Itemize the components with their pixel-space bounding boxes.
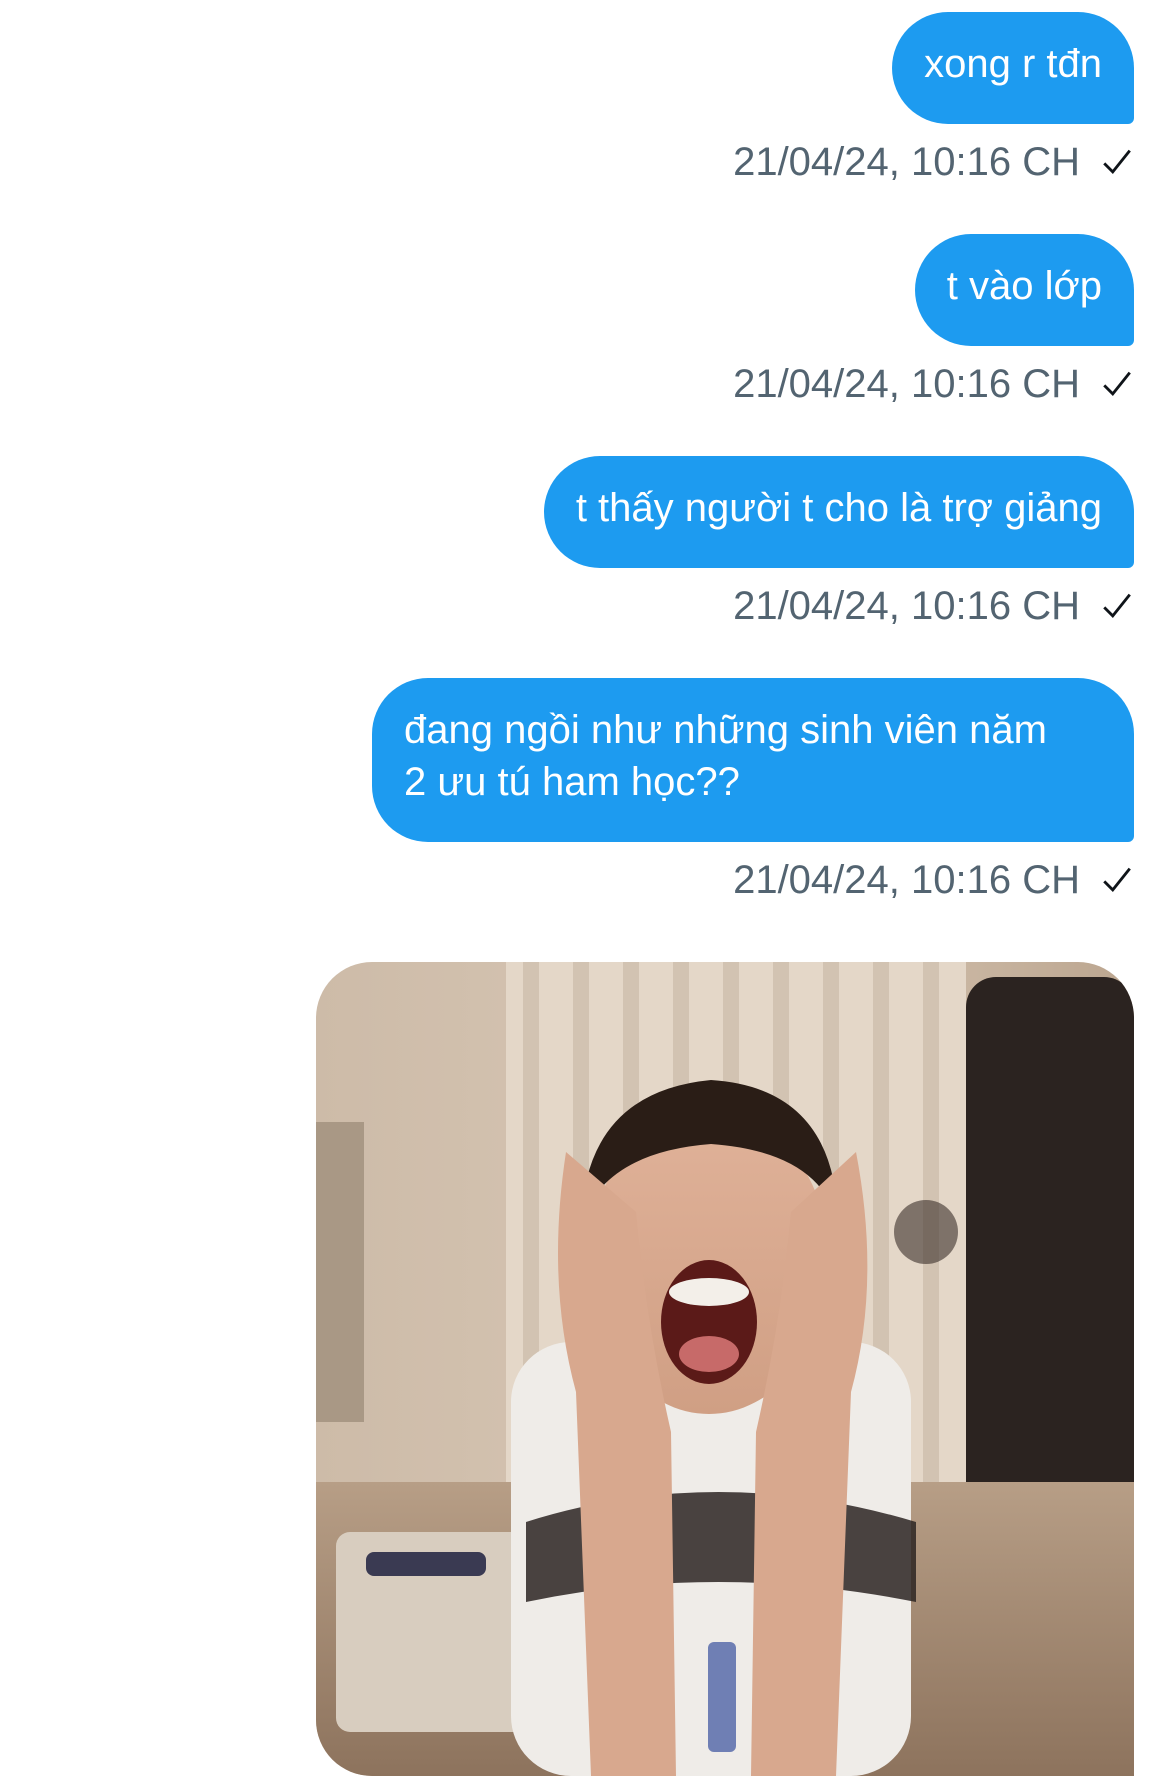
screaming-person-image [316, 962, 1134, 1776]
check-icon [1103, 593, 1131, 619]
message-bubble[interactable]: đang ngồi như những sinh viên năm 2 ưu t… [372, 678, 1134, 842]
message-meta: 21/04/24, 10:16 CH [733, 136, 1134, 188]
message-timestamp: 21/04/24, 10:16 CH [733, 584, 1080, 628]
check-icon [1103, 149, 1131, 175]
message-group: đang ngồi như những sinh viên năm 2 ưu t… [372, 678, 1134, 906]
chat-thread: xong r tđn 21/04/24, 10:16 CH t vào lớp … [0, 0, 1170, 1778]
message-bubble[interactable]: xong r tđn [892, 12, 1134, 124]
message-timestamp: 21/04/24, 10:16 CH [733, 858, 1080, 902]
message-group: t thấy người t cho là trợ giảng 21/04/24… [543, 456, 1134, 632]
message-meta: 21/04/24, 10:16 CH [733, 854, 1134, 906]
message-timestamp: 21/04/24, 10:16 CH [733, 140, 1080, 184]
message-group: t vào lớp 21/04/24, 10:16 CH [733, 234, 1134, 410]
message-meta: 21/04/24, 10:16 CH [733, 358, 1134, 410]
check-icon [1103, 371, 1131, 397]
message-bubble[interactable]: t thấy người t cho là trợ giảng [543, 456, 1134, 568]
check-icon [1103, 867, 1131, 893]
message-bubble[interactable]: t vào lớp [914, 234, 1134, 346]
media-image[interactable] [316, 962, 1134, 1776]
message-timestamp: 21/04/24, 10:16 CH [733, 362, 1080, 406]
message-group: xong r tđn 21/04/24, 10:16 CH [733, 12, 1134, 188]
message-meta: 21/04/24, 10:16 CH [733, 580, 1134, 632]
